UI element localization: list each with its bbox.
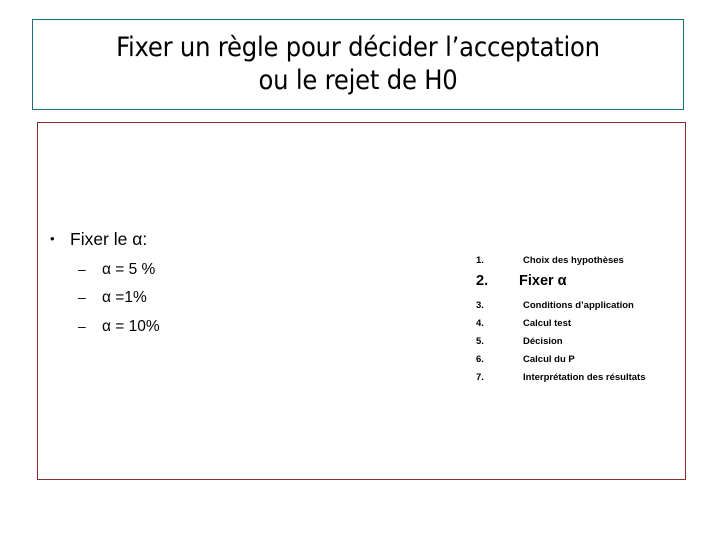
list-item[interactable]: – α = 5 %: [38, 260, 418, 278]
list-item-fixer-alpha[interactable]: • Fixer le α:: [38, 229, 418, 249]
dash-icon: –: [78, 289, 86, 305]
list-item-label: α =1%: [102, 289, 147, 306]
table-row[interactable]: 5. Décision: [476, 335, 720, 347]
step-label: Choix des hypothèses: [523, 255, 624, 266]
step-number: 6.: [476, 353, 484, 365]
slide-title-placeholder[interactable]: Fixer un règle pour décider l’acceptatio…: [32, 19, 684, 110]
page-title: Fixer un règle pour décider l’acceptatio…: [52, 32, 664, 98]
step-number: 5.: [476, 335, 484, 347]
list-item-label: Fixer le α:: [70, 229, 148, 249]
step-number: 3.: [476, 299, 484, 311]
step-label: Fixer α: [519, 273, 567, 289]
step-label: Interprétation des résultats: [523, 371, 646, 383]
list-item[interactable]: – α =1%: [38, 290, 418, 306]
step-label: Calcul test: [523, 317, 572, 329]
step-label: Conditions d’application: [523, 299, 634, 311]
table-row[interactable]: 3. Conditions d’application: [476, 299, 720, 311]
step-number: 2.: [476, 273, 489, 289]
table-row[interactable]: 6. Calcul du P: [476, 353, 720, 365]
step-label: Calcul du P: [523, 353, 575, 365]
list-item-label: α = 5 %: [102, 260, 156, 278]
dash-icon: –: [78, 260, 86, 277]
table-row[interactable]: 1. Choix des hypothèses: [476, 256, 720, 266]
list-item[interactable]: – α = 10%: [38, 317, 418, 335]
bullet-list: • Fixer le α: – α = 5 % – α =1% – α = 10…: [38, 229, 418, 335]
step-number: 1.: [476, 255, 484, 266]
step-label: Décision: [523, 335, 563, 347]
title-line-2: ou le rejet de H0: [258, 64, 458, 96]
list-item-label: α = 10%: [102, 317, 160, 335]
slide-content-placeholder[interactable]: • Fixer le α: – α = 5 % – α =1% – α = 10…: [37, 122, 686, 480]
title-line-1: Fixer un règle pour décider l’acceptatio…: [116, 31, 600, 63]
dash-icon: –: [78, 317, 86, 334]
step-number: 4.: [476, 317, 484, 329]
numbered-steps-list: 1. Choix des hypothèses 2. Fixer α 3. Co…: [476, 256, 720, 391]
table-row[interactable]: 7. Interprétation des résultats: [476, 371, 720, 383]
bullet-dot-icon: •: [50, 231, 55, 246]
table-row-current-step[interactable]: 2. Fixer α: [476, 274, 720, 289]
table-row[interactable]: 4. Calcul test: [476, 317, 720, 329]
step-number: 7.: [476, 371, 484, 383]
